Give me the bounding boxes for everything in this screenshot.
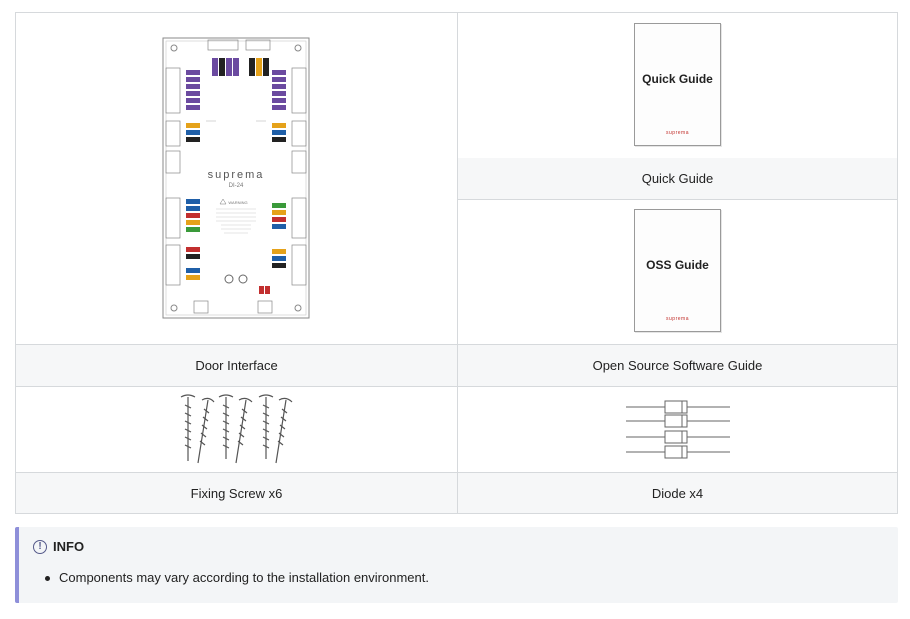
quick-guide-booklet-image: Quick Guide suprema [634,23,721,146]
quick-guide-caption: Quick Guide [458,158,897,199]
diodes-caption: Diode x4 [458,472,897,513]
info-list: Components may vary according to the ins… [45,570,429,585]
info-list-item: Components may vary according to the ins… [45,570,429,585]
diodes-image-cell [458,386,897,473]
info-header: ! INFO [33,539,84,554]
oss-guide-booklet-title: OSS Guide [646,258,709,272]
oss-guide-booklet-logo: suprema [666,316,689,322]
screws-image [180,394,293,464]
oss-guide-booklet-image: OSS Guide suprema [634,209,721,332]
board-model-text: DI-24 [229,183,244,189]
door-interface-caption: Door Interface [16,344,457,386]
info-callout: ! INFO Components may vary according to … [15,527,898,603]
door-interface-board-image: suprema DI-24 WARNING [162,37,310,319]
quick-guide-booklet-title: Quick Guide [642,72,713,86]
oss-guide-caption: Open Source Software Guide [458,344,897,386]
screws-image-cell [16,386,457,473]
info-circle-icon: ! [33,539,47,554]
screws-caption: Fixing Screw x6 [16,472,457,513]
board-warning-text: WARNING [228,200,247,205]
board-brand-text: suprema [208,169,265,181]
quick-guide-booklet-logo: suprema [666,130,689,136]
diodes-image [626,400,730,459]
oss-guide-image-cell: OSS Guide suprema [458,200,897,344]
components-table: suprema DI-24 WARNING Quick Guide suprem… [15,12,898,514]
quick-guide-image-cell: Quick Guide suprema [458,13,897,158]
door-interface-image-cell: suprema DI-24 WARNING [16,13,457,344]
info-title: INFO [53,539,85,554]
